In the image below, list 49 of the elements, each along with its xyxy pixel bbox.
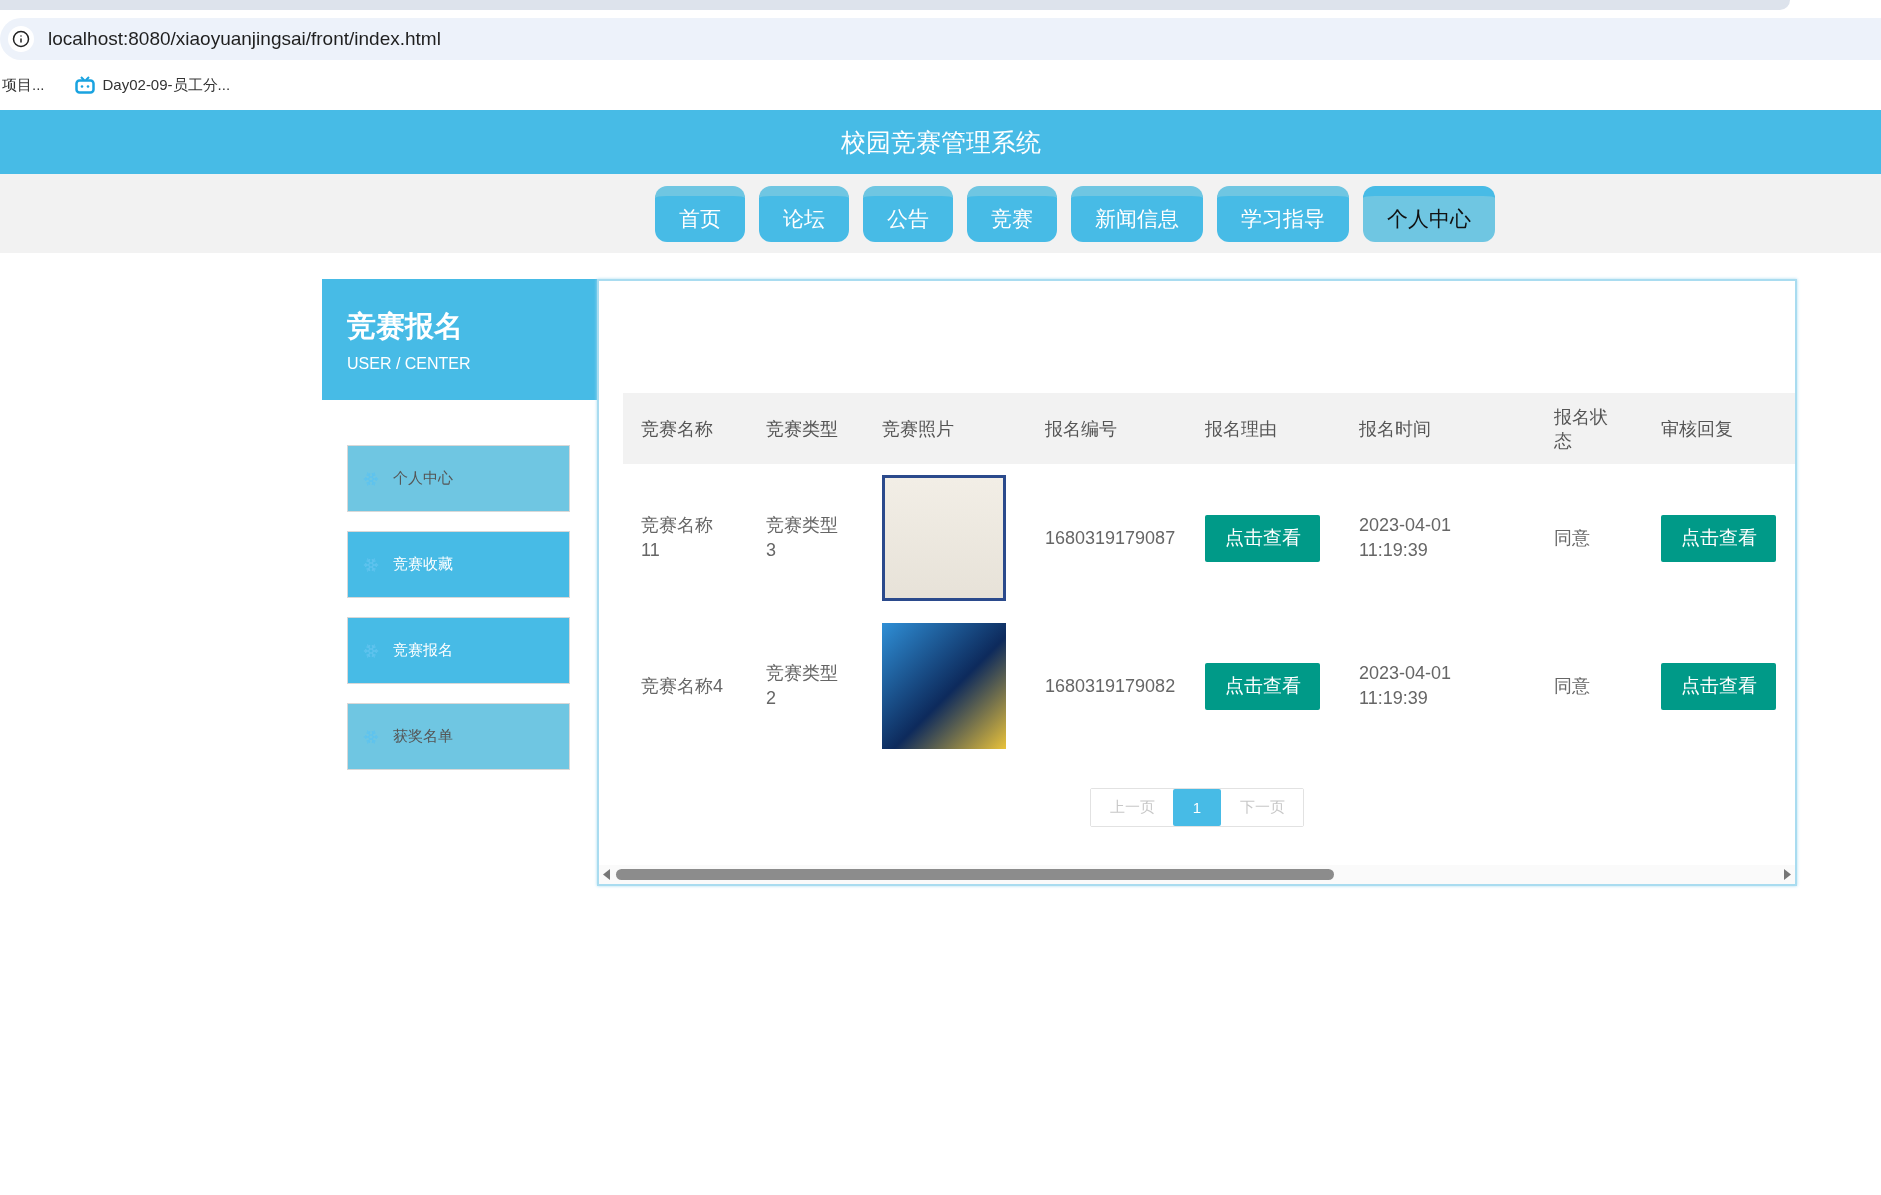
bookmark-link[interactable]: 项目... [2, 75, 45, 95]
page-number[interactable]: 1 [1173, 789, 1221, 826]
table-cell: 1680319179087 [1027, 464, 1187, 612]
sidebar-item[interactable]: 竞赛收藏 [347, 531, 570, 598]
sidebar-item[interactable]: 获奖名单 [347, 703, 570, 770]
site-title: 校园竞赛管理系统 [840, 126, 1041, 158]
table-cell: 竞赛名称11 [623, 464, 748, 612]
view-button[interactable]: 点击查看 [1661, 662, 1776, 710]
table-cell-text: 竞赛名称4 [640, 674, 724, 698]
nav-tab[interactable]: 首页 [655, 185, 745, 242]
nav-tab[interactable]: 个人中心 [1363, 185, 1495, 242]
tv-icon [74, 76, 95, 94]
nav-tab[interactable]: 论坛 [759, 185, 849, 242]
table-cell: 同意 [1536, 464, 1643, 612]
column-header: 报名编号 [1027, 393, 1187, 464]
bookmark-link[interactable]: Day02-09-员工分... [102, 75, 231, 95]
view-button[interactable]: 点击查看 [1661, 514, 1776, 562]
left-arrow-icon[interactable] [603, 869, 610, 880]
table-cell-text: 2023-04-01 11:19:39 [1358, 662, 1453, 710]
horizontal-scrollbar[interactable] [599, 865, 1795, 884]
nav-tab[interactable]: 新闻信息 [1071, 185, 1203, 242]
table-cell-text: 1680319179082 [1044, 674, 1177, 698]
view-button[interactable]: 点击查看 [1205, 514, 1320, 562]
column-header: 报名理由 [1187, 393, 1341, 464]
info-icon[interactable] [8, 26, 34, 52]
column-header: 竞赛名称 [623, 393, 748, 464]
column-header: 报名状态 [1536, 393, 1643, 464]
column-header: 竞赛照片 [864, 393, 1027, 464]
column-header: 审核回复 [1643, 393, 1795, 464]
scrollbar-thumb[interactable] [616, 869, 1334, 880]
table-cell-text: 同意 [1553, 674, 1591, 698]
url-text: localhost:8080/xiaoyuanjingsai/front/index.html [48, 28, 441, 50]
sidebar-subtitle: USER / CENTER [347, 354, 472, 373]
view-button[interactable]: 点击查看 [1205, 662, 1320, 710]
sidebar-item[interactable]: 个人中心 [347, 445, 570, 512]
table-cell: 2023-04-01 11:19:39 [1341, 464, 1536, 612]
column-header: 报名时间 [1341, 393, 1536, 464]
table-cell: 竞赛类型3 [748, 464, 864, 612]
nav-tab[interactable]: 学习指导 [1217, 185, 1349, 242]
sidebar-title: 竞赛报名 [347, 308, 464, 344]
sidebar-item[interactable]: 竞赛报名 [347, 617, 570, 684]
right-arrow-icon[interactable] [1784, 869, 1791, 880]
table-cell-text: 竞赛类型2 [765, 662, 839, 710]
snowflake-icon [363, 642, 379, 659]
nav-tab[interactable]: 公告 [863, 185, 953, 242]
nav-tab[interactable]: 竞赛 [967, 185, 1057, 242]
snowflake-icon [363, 556, 379, 573]
address-bar[interactable]: localhost:8080/xiaoyuanjingsai/front/index.html [0, 18, 1881, 60]
column-header: 竞赛类型 [748, 393, 864, 464]
